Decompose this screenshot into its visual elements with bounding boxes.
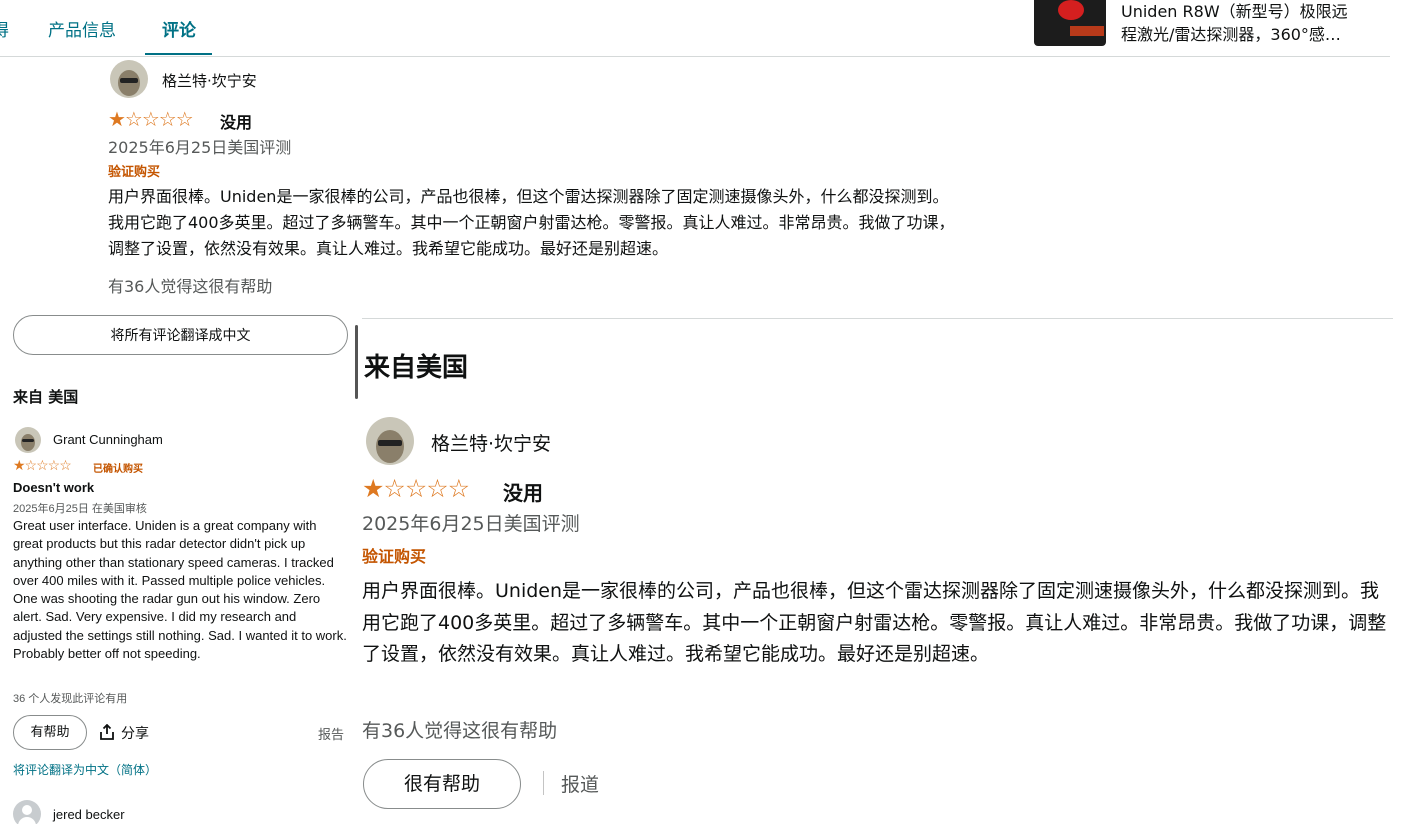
review-date: 2025年6月25日 在美国审核 — [13, 503, 147, 515]
review-headline[interactable]: 没用 — [503, 477, 543, 506]
avatar-face — [21, 434, 35, 451]
verified-badge: 验证购买 — [362, 547, 427, 566]
avatar-face — [118, 70, 140, 96]
verified-badge: 验证购买 — [108, 165, 161, 180]
section-title: 来自美国 — [364, 353, 469, 383]
avatar-glasses — [378, 440, 402, 446]
avatar-glasses — [120, 78, 138, 83]
section-title: 来自 美国 — [13, 388, 79, 406]
reviewer-name[interactable]: Grant Cunningham — [53, 432, 163, 447]
translated-review-panel: 来自美国 格兰特·坎宁安 ★☆☆☆☆ 没用 2025年6月25日美国评测 验证购… — [362, 318, 1393, 824]
divider — [543, 771, 544, 795]
reviewer-avatar — [110, 60, 148, 98]
avatar-torso — [18, 817, 36, 824]
tab-truncated[interactable]: 得 — [0, 16, 9, 41]
share-button[interactable]: 分享 — [99, 723, 149, 743]
review-body: Great user interface. Uniden is a great … — [13, 518, 347, 662]
verified-badge: 已确认购买 — [93, 464, 143, 475]
reviewer-avatar — [15, 427, 41, 453]
review-headline[interactable]: Doesn't work — [13, 480, 94, 495]
avatar-face — [376, 430, 404, 463]
default-avatar-icon — [13, 800, 41, 824]
review-date: 2025年6月25日美国评测 — [362, 513, 580, 535]
review-body: 用户界面很棒。Uniden是一家很棒的公司，产品也很棒，但这个雷达探测器除了固定… — [362, 580, 1387, 665]
active-tab-indicator — [145, 53, 212, 55]
share-label: 分享 — [121, 726, 149, 742]
helpful-button[interactable]: 有帮助 — [13, 715, 87, 750]
tab-reviews[interactable]: 评论 — [162, 16, 196, 41]
review-body: 用户界面很棒。Uniden是一家很棒的公司，产品也很棒，但这个雷达探测器除了固定… — [108, 187, 955, 258]
product-title-line-2: 程激光/雷达探测器，360°感… — [1121, 25, 1341, 44]
product-thumbnail[interactable] — [1034, 0, 1106, 46]
report-link[interactable]: 报道 — [561, 770, 599, 797]
avatar-head — [22, 805, 32, 815]
reviewer-name[interactable]: jered becker — [53, 807, 125, 822]
scrollbar-thumb[interactable] — [355, 325, 358, 399]
review-headline[interactable]: 没用 — [220, 109, 252, 133]
reviewer-name[interactable]: 格兰特·坎宁安 — [431, 429, 551, 456]
product-title[interactable]: Uniden R8W（新型号）极限远 程激光/雷达探测器，360°感… — [1121, 0, 1381, 46]
product-title-line-1: Uniden R8W（新型号）极限远 — [1121, 2, 1348, 21]
translate-all-reviews-button[interactable]: 将所有评论翻译成中文 — [13, 315, 348, 355]
helpful-count: 36 个人发现此评论有用 — [13, 693, 128, 705]
star-rating: ★☆☆☆☆ — [13, 457, 72, 473]
gift-ribbon-icon — [1058, 0, 1084, 20]
avatar-glasses — [22, 439, 34, 442]
reviewer-avatar — [366, 417, 414, 465]
translate-review-link[interactable]: 将评论翻译为中文（简体） — [13, 761, 157, 778]
star-rating: ★☆☆☆☆ — [108, 107, 194, 131]
share-icon — [100, 724, 114, 740]
helpful-count: 有36人觉得这很有帮助 — [108, 277, 273, 296]
review-nav-bar: 得 产品信息 评论 Uniden R8W（新型号）极限远 程激光/雷达探测器，3… — [0, 0, 1390, 57]
tab-product-info[interactable]: 产品信息 — [48, 16, 116, 41]
reviewer-name[interactable]: 格兰特·坎宁安 — [162, 70, 257, 91]
helpful-button[interactable]: 很有帮助 — [363, 759, 521, 809]
review-date: 2025年6月25日美国评测 — [108, 138, 292, 157]
report-link[interactable]: 报告 — [318, 724, 344, 743]
star-rating: ★☆☆☆☆ — [362, 474, 470, 503]
device-display — [1070, 26, 1104, 36]
helpful-count: 有36人觉得这很有帮助 — [362, 720, 558, 742]
